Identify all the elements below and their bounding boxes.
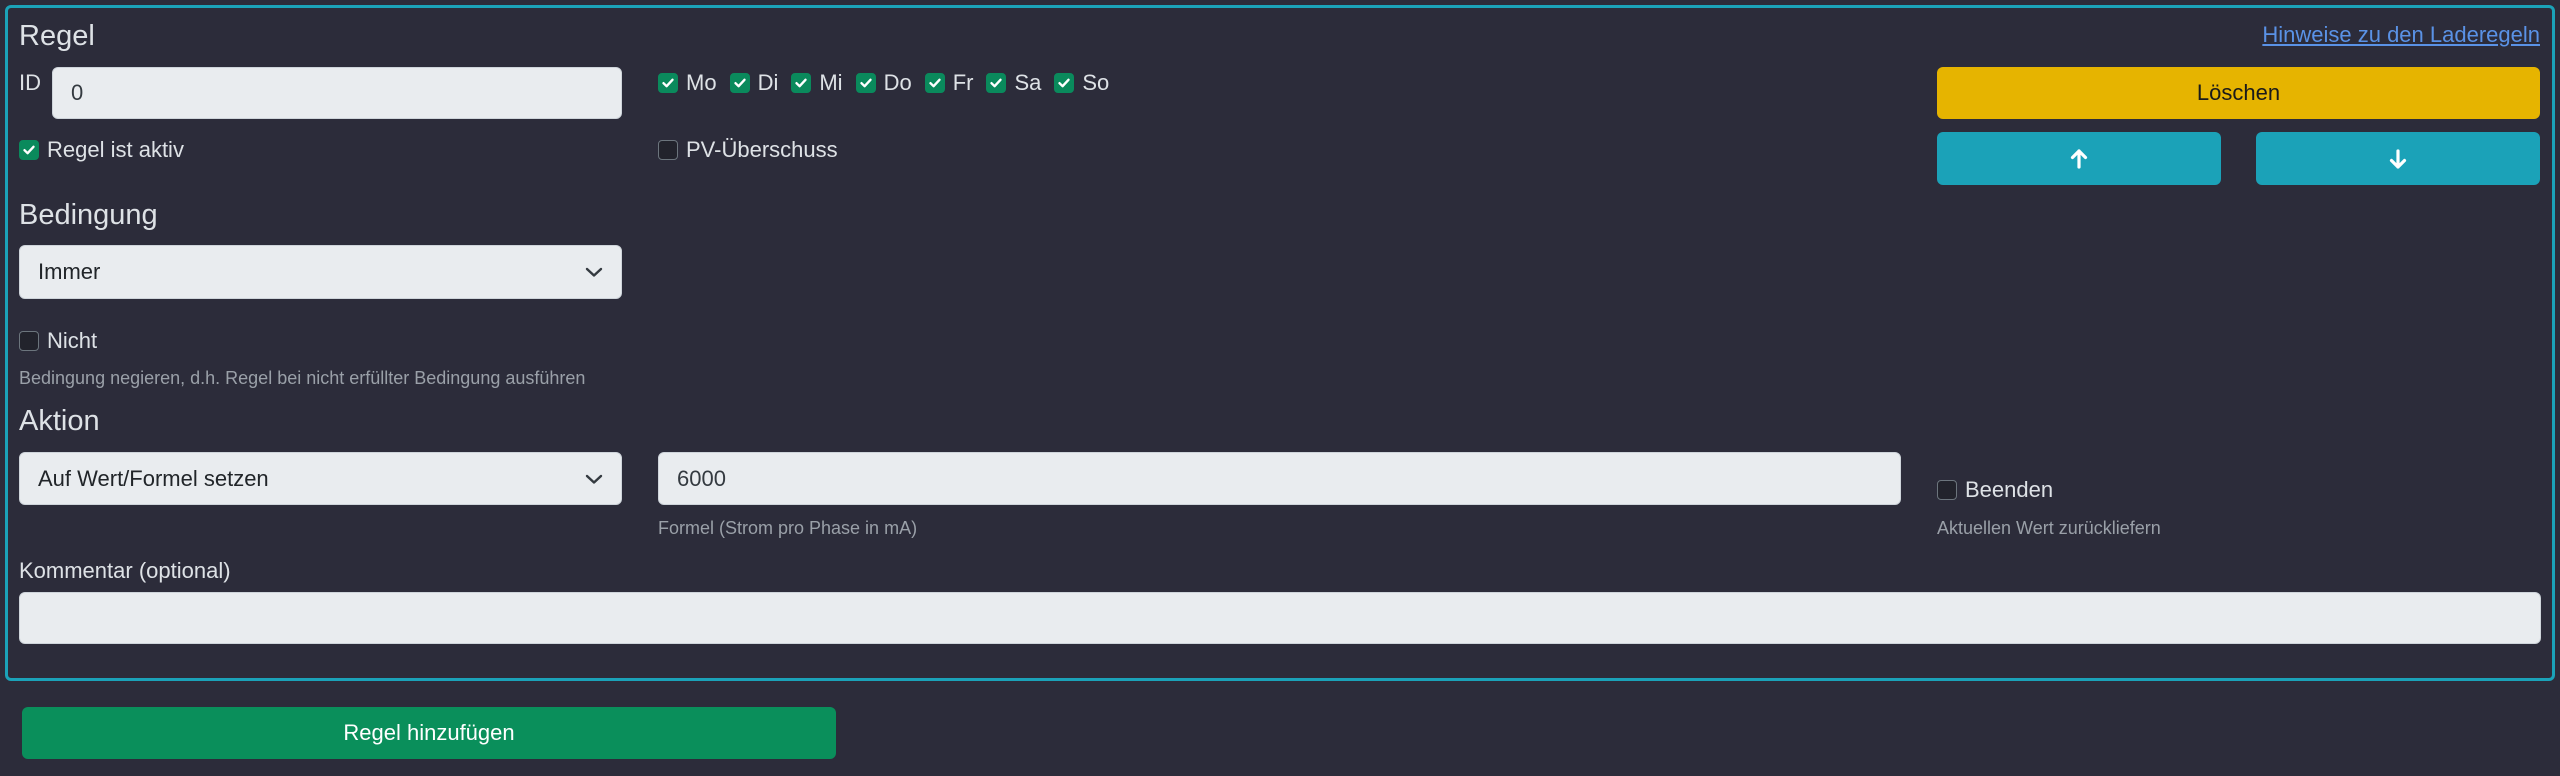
id-input[interactable]: 0 bbox=[52, 67, 622, 119]
weekday-sa[interactable]: Sa bbox=[986, 70, 1041, 96]
weekday-mi-label: Mi bbox=[819, 70, 843, 95]
chevron-down-icon bbox=[585, 267, 603, 277]
weekday-mi[interactable]: Mi bbox=[791, 70, 843, 96]
weekday-di[interactable]: Di bbox=[729, 70, 779, 96]
rule-active-checkbox-row[interactable]: Regel ist aktiv bbox=[19, 137, 184, 163]
weekday-fr[interactable]: Fr bbox=[924, 70, 974, 96]
weekday-so-checkbox[interactable] bbox=[1054, 73, 1075, 93]
pv-surplus-label: PV-Überschuss bbox=[686, 137, 838, 162]
action-select[interactable]: Auf Wert/Formel setzen bbox=[19, 452, 622, 505]
id-label: ID bbox=[19, 70, 41, 95]
weekday-mo[interactable]: Mo bbox=[658, 70, 717, 96]
weekday-so-label: So bbox=[1082, 70, 1110, 95]
id-value: 0 bbox=[71, 80, 84, 105]
check-icon bbox=[23, 145, 35, 155]
check-icon bbox=[795, 78, 808, 88]
check-icon bbox=[859, 78, 872, 88]
weekday-sa-label: Sa bbox=[1014, 70, 1042, 95]
move-down-button[interactable] bbox=[2256, 132, 2540, 185]
check-icon bbox=[733, 78, 746, 88]
weekday-do-label: Do bbox=[883, 70, 912, 95]
delete-button[interactable]: Löschen bbox=[1937, 67, 2540, 119]
pv-surplus-checkbox[interactable] bbox=[658, 140, 678, 160]
end-checkbox[interactable] bbox=[1937, 480, 1957, 500]
arrow-down-icon bbox=[2389, 148, 2407, 169]
add-rule-button-label: Regel hinzufügen bbox=[343, 720, 515, 745]
weekday-mo-label: Mo bbox=[686, 70, 717, 95]
pv-surplus-checkbox-row[interactable]: PV-Überschuss bbox=[658, 137, 838, 163]
formula-input[interactable]: 6000 bbox=[658, 452, 1901, 505]
action-select-value: Auf Wert/Formel setzen bbox=[38, 465, 269, 491]
end-label: Beenden bbox=[1965, 477, 2054, 502]
weekday-di-checkbox[interactable] bbox=[729, 73, 750, 93]
chevron-down-icon bbox=[585, 474, 603, 484]
formula-value: 6000 bbox=[677, 465, 726, 491]
weekday-mi-checkbox[interactable] bbox=[791, 73, 812, 93]
rule-title: Regel bbox=[19, 20, 95, 52]
weekday-do-checkbox[interactable] bbox=[855, 73, 876, 93]
add-rule-button[interactable]: Regel hinzufügen bbox=[22, 707, 836, 759]
comment-label: Kommentar (optional) bbox=[19, 558, 231, 583]
end-checkbox-row[interactable]: Beenden bbox=[1937, 477, 2053, 503]
condition-select-value: Immer bbox=[38, 259, 101, 284]
arrow-up-icon bbox=[2070, 148, 2088, 169]
weekday-so[interactable]: So bbox=[1054, 70, 1109, 96]
weekday-mo-checkbox[interactable] bbox=[658, 73, 678, 93]
move-up-button[interactable] bbox=[1937, 132, 2221, 185]
comment-input[interactable] bbox=[19, 592, 2541, 644]
rule-hints-link[interactable]: Hinweise zu den Laderegeln bbox=[2262, 22, 2540, 48]
check-icon bbox=[990, 78, 1003, 88]
rule-active-checkbox[interactable] bbox=[19, 140, 39, 160]
delete-button-label: Löschen bbox=[2196, 80, 2281, 105]
formula-hint: Formel (Strom pro Phase in mA) bbox=[658, 518, 918, 538]
check-icon bbox=[1058, 78, 1071, 88]
condition-select[interactable]: Immer bbox=[19, 245, 622, 299]
condition-title: Bedingung bbox=[19, 199, 158, 231]
negate-label: Nicht bbox=[47, 328, 98, 353]
negate-checkbox[interactable] bbox=[19, 331, 39, 351]
weekday-sa-checkbox[interactable] bbox=[986, 73, 1007, 93]
check-icon bbox=[928, 78, 941, 88]
weekday-fr-checkbox[interactable] bbox=[924, 73, 945, 93]
weekday-checkboxes: Mo Di Mi Do Fr Sa So bbox=[658, 70, 1109, 96]
rule-active-label: Regel ist aktiv bbox=[47, 137, 184, 162]
weekday-fr-label: Fr bbox=[952, 70, 974, 95]
check-icon bbox=[662, 78, 674, 88]
weekday-di-label: Di bbox=[757, 70, 779, 95]
negate-hint: Bedingung negieren, d.h. Regel bei nicht… bbox=[19, 368, 586, 388]
end-hint: Aktuellen Wert zurückliefern bbox=[1937, 518, 2161, 538]
negate-checkbox-row[interactable]: Nicht bbox=[19, 328, 97, 354]
weekday-do[interactable]: Do bbox=[855, 70, 912, 96]
action-title: Aktion bbox=[19, 405, 100, 437]
